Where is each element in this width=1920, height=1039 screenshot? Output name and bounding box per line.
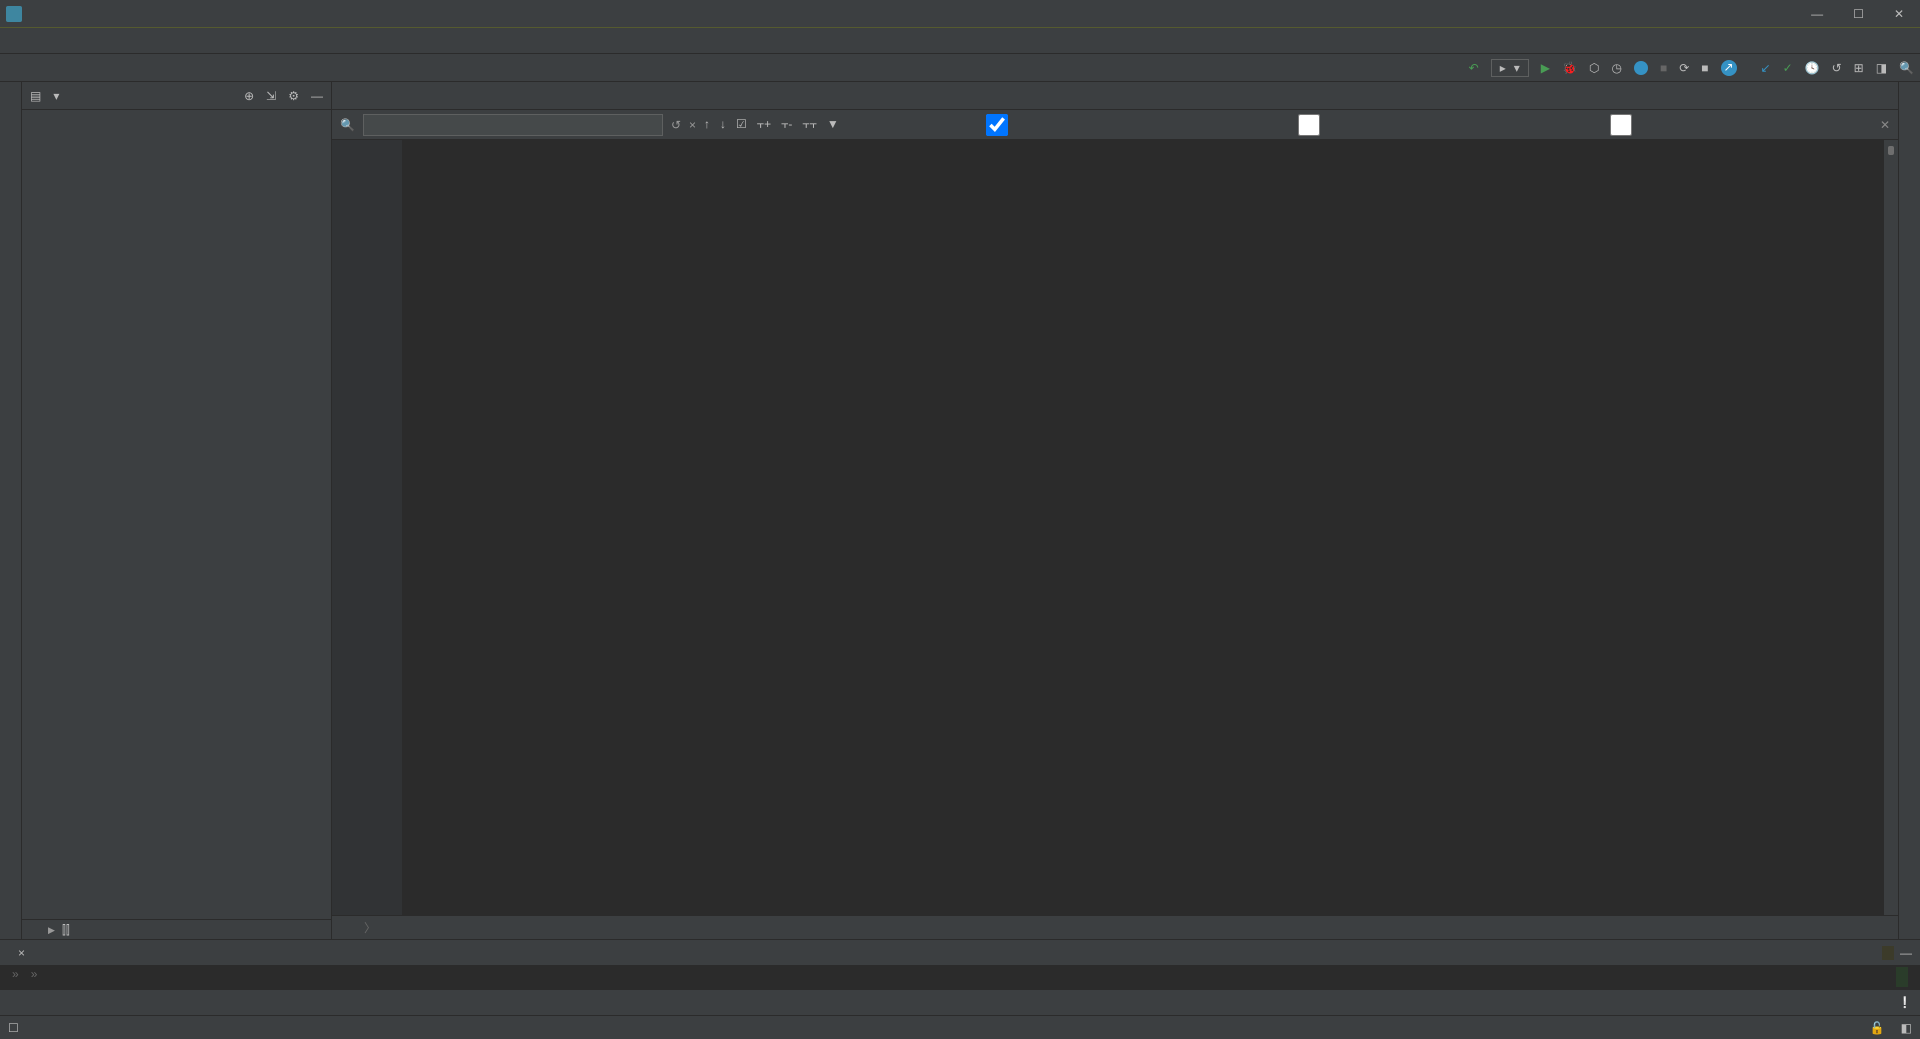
add-selection-icon[interactable]: ⫟+ bbox=[757, 117, 771, 132]
close-find-icon[interactable]: ✕ bbox=[1880, 118, 1890, 132]
vcs-update-icon[interactable]: ⟳ bbox=[1679, 61, 1689, 75]
hide-run-icon[interactable]: — bbox=[1900, 946, 1912, 960]
event-log[interactable]: ❕ bbox=[1898, 996, 1912, 1009]
project-panel: ▤ ▾ ⊕ ⇲ ⚙ — ▶⫿⫿ bbox=[22, 82, 332, 939]
network-down bbox=[1896, 967, 1908, 987]
git-revert-icon[interactable]: ↺ bbox=[1832, 61, 1842, 75]
project-view-icon: ▤ bbox=[30, 89, 41, 103]
gutter bbox=[332, 140, 402, 915]
git-pull-icon[interactable]: ↙ bbox=[1761, 61, 1771, 75]
navigation-bar: ↶ ▸ ▾ ▶ 🐞 ⬡ ◷ ■ ⟳ ■ ↗ ↙ ✓ 🕓 ↺ ⊞ ◨ 🔍 bbox=[0, 54, 1920, 82]
scrollbar-marks[interactable] bbox=[1884, 140, 1898, 915]
padlock-icon[interactable]: 🔓 bbox=[1870, 1021, 1885, 1035]
attach-icon[interactable] bbox=[1634, 61, 1648, 75]
find-bar: 🔍 ↺ × ↑ ↓ ☑ ⫟+ ⫟- ⫟⫟ ▼ ✕ bbox=[332, 110, 1898, 140]
run-button[interactable]: ▶ bbox=[1541, 61, 1550, 75]
right-tool-strip bbox=[1898, 82, 1920, 939]
code-editor[interactable] bbox=[332, 140, 1898, 915]
git-commit-icon[interactable]: ✓ bbox=[1783, 61, 1793, 75]
coverage-icon[interactable]: ⬡ bbox=[1589, 61, 1599, 75]
project-structure-icon[interactable]: ↗ bbox=[1721, 60, 1737, 76]
git-history-icon[interactable]: 🕓 bbox=[1805, 61, 1820, 75]
minimize-button[interactable]: — bbox=[1811, 7, 1823, 21]
run-panel-header: × — bbox=[0, 939, 1920, 965]
close-button[interactable]: ✕ bbox=[1894, 7, 1904, 21]
debug-button[interactable]: 🐞 bbox=[1562, 61, 1577, 75]
run-config-selector[interactable]: ▸ ▾ bbox=[1491, 59, 1529, 77]
run-output[interactable]: »» bbox=[0, 965, 1920, 989]
locate-icon[interactable]: ⊕ bbox=[244, 89, 254, 103]
stop-icon[interactable]: ■ bbox=[1660, 61, 1667, 75]
status-bar: ☐ 🔓 ◧ bbox=[0, 1015, 1920, 1039]
left-tool-strip bbox=[0, 82, 22, 939]
network-up bbox=[1882, 946, 1894, 960]
regex-checkbox[interactable] bbox=[1471, 114, 1775, 136]
run-config-tab[interactable]: × bbox=[18, 946, 25, 960]
libs-icon: ⫿⫿ bbox=[62, 923, 70, 938]
git-icon-2[interactable]: ◨ bbox=[1876, 61, 1887, 75]
title-bar: — ☐ ✕ bbox=[0, 0, 1920, 28]
editor-breadcrumbs[interactable]: 〉 bbox=[332, 915, 1898, 939]
collapse-icon[interactable]: ⇲ bbox=[266, 89, 276, 103]
search-icon: 🔍 bbox=[340, 118, 355, 132]
select-occurrences-icon[interactable]: ⫟⫟ bbox=[802, 117, 817, 132]
app-icon bbox=[6, 6, 22, 22]
hide-panel-icon[interactable]: — bbox=[311, 89, 323, 103]
external-libraries[interactable]: ▶⫿⫿ bbox=[22, 919, 331, 939]
mem-icon[interactable]: ◧ bbox=[1901, 1021, 1912, 1035]
status-icon[interactable]: ☐ bbox=[8, 1021, 19, 1035]
prev-match-icon[interactable]: ↑ bbox=[704, 117, 710, 132]
search-everywhere-icon[interactable]: 🔍 bbox=[1899, 61, 1914, 75]
select-all-icon[interactable]: ☑ bbox=[736, 117, 747, 132]
next-match-icon[interactable]: ↓ bbox=[720, 117, 726, 132]
editor-area: 🔍 ↺ × ↑ ↓ ☑ ⫟+ ⫟- ⫟⫟ ▼ ✕ bbox=[332, 82, 1898, 939]
editor-tabs bbox=[332, 82, 1898, 110]
settings-gear-icon[interactable]: ⚙ bbox=[288, 89, 299, 103]
filter-icon[interactable]: ▼ bbox=[827, 117, 839, 132]
remove-selection-icon[interactable]: ⫟- bbox=[781, 117, 792, 132]
profile-icon[interactable]: ◷ bbox=[1611, 61, 1621, 75]
words-checkbox[interactable] bbox=[1159, 114, 1463, 136]
menu-bar bbox=[0, 28, 1920, 54]
git-icon-1[interactable]: ⊞ bbox=[1854, 61, 1864, 75]
clear-icon[interactable]: × bbox=[689, 118, 696, 132]
vcs-commit-icon[interactable]: ■ bbox=[1701, 61, 1708, 75]
inspections-off-badge[interactable] bbox=[1888, 146, 1894, 155]
project-tree[interactable] bbox=[22, 110, 331, 919]
match-case-checkbox[interactable] bbox=[847, 114, 1151, 136]
back-icon[interactable]: ↶ bbox=[1469, 61, 1479, 75]
search-input[interactable] bbox=[363, 114, 663, 136]
maximize-button[interactable]: ☐ bbox=[1853, 7, 1864, 21]
history-icon[interactable]: ↺ bbox=[671, 118, 681, 132]
bottom-tool-tabs: ❕ bbox=[0, 989, 1920, 1015]
